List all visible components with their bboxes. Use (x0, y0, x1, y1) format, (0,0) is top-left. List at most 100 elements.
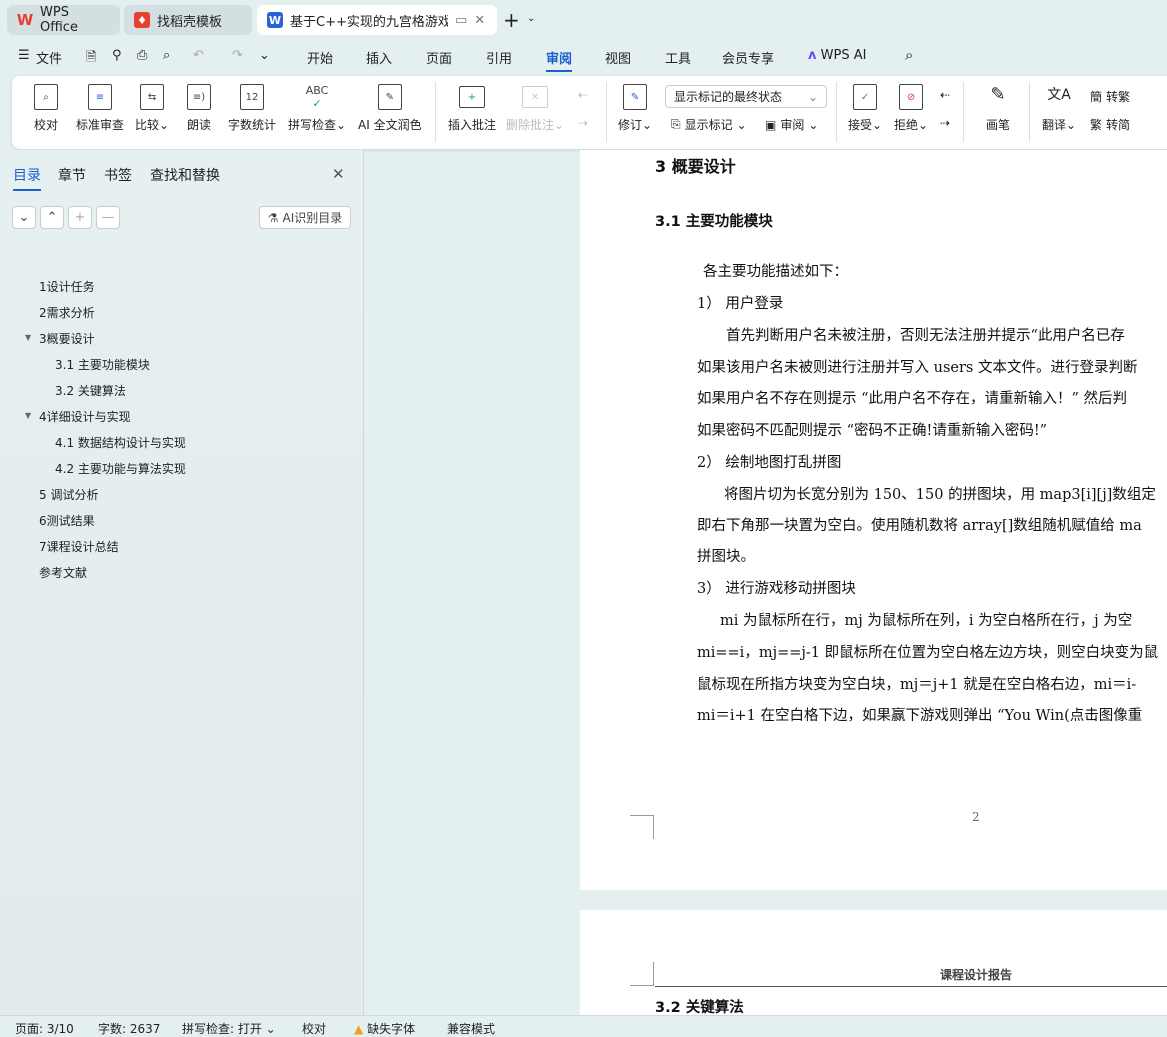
expand-all-button[interactable]: ⌄ (12, 206, 36, 229)
menu-page[interactable]: 页面 (426, 48, 452, 67)
toc-item[interactable]: 3.2 关键算法 (55, 382, 126, 399)
divider (963, 82, 964, 142)
close-tab-icon[interactable]: ✕ (474, 13, 485, 28)
toc-item[interactable]: 2需求分析 (39, 304, 95, 321)
toc-item[interactable]: 6测试结果 (39, 512, 95, 529)
toc-item[interactable]: 参考文献 (39, 564, 87, 581)
new-tab-button[interactable]: + (503, 8, 520, 32)
print-preview-icon[interactable]: ⌕ (163, 48, 170, 63)
ai-polish-button[interactable]: ✎ AI 全文润色 (358, 84, 422, 133)
menu-review[interactable]: 审阅 (546, 48, 573, 72)
save-icon[interactable]: 🗎 (86, 48, 96, 70)
search-icon[interactable]: ⌕ (905, 46, 913, 64)
status-bar: 页面: 3/10 字数: 2637 拼写检查: 打开 ⌄ 校对 ▲ 缺失字体 兼… (0, 1015, 1167, 1037)
promote-button[interactable]: + (68, 206, 92, 229)
word-count-button[interactable]: 12 字数统计 (228, 84, 276, 133)
tab-document[interactable]: W 基于C++实现的九宫格游戏的 ▭ ✕ (257, 5, 497, 35)
prev-comment-icon[interactable]: ⇠ (578, 88, 588, 102)
toc-item[interactable]: 1设计任务 (39, 278, 95, 295)
show-markup-icon: ⎘ (671, 117, 681, 131)
sidebar-tab-find-replace[interactable]: 查找和替换 (150, 165, 220, 185)
collapse-all-button[interactable]: ⌃ (40, 206, 64, 229)
toc-item[interactable]: 4.2 主要功能与算法实现 (55, 460, 186, 477)
toc-item[interactable]: 7课程设计总结 (39, 538, 119, 555)
more-chevron-icon[interactable]: ⌄ (259, 48, 270, 63)
word-count[interactable]: 字数: 2637 (98, 1020, 160, 1037)
docer-logo-icon: ♦ (134, 12, 150, 28)
read-aloud-button[interactable]: ≡) 朗读 (187, 84, 211, 133)
navigation-pane: 目录 章节 书签 查找和替换 ✕ ⌄ ⌃ + — ⚗ AI识别目录 1设计任务 2需… (0, 150, 364, 1015)
to-traditional-button[interactable]: 簡转繁 (1090, 88, 1130, 105)
monitor-icon[interactable]: ▭ (455, 13, 467, 28)
insert-comment-icon: + (459, 86, 485, 108)
pen-button[interactable]: ✎ 画笔 (986, 84, 1010, 133)
close-pane-icon[interactable]: ✕ (332, 165, 345, 183)
accept-button[interactable]: ✓ 接受⌄ (848, 84, 882, 133)
toc-item[interactable]: 4.1 数据结构设计与实现 (55, 434, 186, 451)
wps-ai-button[interactable]: ᴧ WPS AI (808, 48, 866, 63)
paragraph-line: 如果用户名不存在则提示 “此用户名不存在，请重新输入！” 然后判 (697, 391, 1128, 407)
insert-comment-button[interactable]: + 插入批注 (448, 84, 496, 133)
track-changes-button[interactable]: ✎ 修订⌄ (618, 84, 652, 133)
next-change-icon[interactable]: ⇢ (940, 116, 950, 130)
menu-start[interactable]: 开始 (307, 48, 333, 67)
compare-icon: ⇆ (140, 84, 165, 110)
tab-docer[interactable]: ♦ 找稻壳模板 (124, 5, 252, 35)
expand-arrow-icon[interactable]: ▼ (25, 333, 31, 342)
ai-icon: ⚗ (267, 210, 279, 225)
toc-item[interactable]: 3概要设计 (39, 330, 95, 347)
sidebar-tab-chapters[interactable]: 章节 (58, 165, 86, 185)
link-icon[interactable]: ⚲ (112, 48, 122, 63)
show-markup-button[interactable]: ⎘ 显示标记 ⌄ (671, 116, 747, 133)
proof-status[interactable]: 校对 (302, 1020, 326, 1037)
demote-button[interactable]: — (96, 206, 120, 229)
menu-file[interactable]: 文件 (36, 48, 62, 67)
toc-item[interactable]: 3.1 主要功能模块 (55, 356, 150, 373)
wps-logo-icon: W (16, 11, 34, 29)
label: 拼写检查⌄ (288, 118, 347, 132)
paragraph-line: 3） 进行游戏移动拼图块 (697, 581, 856, 597)
reject-button[interactable]: ⊘ 拒绝⌄ (894, 84, 928, 133)
markup-state-select[interactable]: 显示标记的最终状态 ⌄ (665, 85, 827, 108)
compare-button[interactable]: ⇆ 比较⌄ (135, 84, 169, 133)
menu-tools[interactable]: 工具 (665, 48, 691, 67)
page-indicator[interactable]: 页面: 3/10 (15, 1020, 74, 1037)
expand-arrow-icon[interactable]: ▼ (25, 411, 31, 420)
spell-check-toggle[interactable]: 拼写检查: 打开 ⌄ (182, 1020, 276, 1037)
review-pane-button[interactable]: ▣ 审阅 ⌄ (765, 116, 818, 133)
to-simplified-button[interactable]: 繁转简 (1090, 116, 1130, 133)
menu-member[interactable]: 会员专享 (722, 48, 774, 67)
translate-icon: 文A (1047, 87, 1071, 103)
spell-check-button[interactable]: ABC ✓ 拼写检查⌄ (288, 84, 346, 133)
sidebar-tab-toc[interactable]: 目录 (13, 165, 41, 191)
margin-mark (630, 815, 654, 839)
toc-item[interactable]: 5 调试分析 (39, 486, 98, 503)
undo-icon[interactable]: ↶ (193, 48, 204, 63)
proofread-button[interactable]: ⌕ 校对 (34, 84, 58, 133)
print-icon[interactable]: ⎙ (137, 48, 147, 63)
delete-comment-button[interactable]: ✕ 删除批注⌄ (506, 84, 564, 133)
standard-review-button[interactable]: ≡ 标准审查 (76, 84, 124, 133)
ai-toc-button[interactable]: ⚗ AI识别目录 (259, 206, 351, 229)
divider (435, 82, 436, 142)
hamburger-icon[interactable]: ☰ (18, 48, 30, 63)
prev-change-icon[interactable]: ⇠ (940, 88, 950, 102)
pen-icon: ✎ (990, 84, 1006, 105)
menu-insert[interactable]: 插入 (366, 48, 392, 67)
tab-label: 找稻壳模板 (157, 14, 223, 30)
tab-list-chevron-icon[interactable]: ⌄ (527, 13, 535, 24)
redo-icon[interactable]: ↷ (232, 48, 243, 63)
translate-button[interactable]: 文A 翻译⌄ (1042, 84, 1076, 133)
label: 画笔 (986, 118, 1011, 132)
tab-wps-office[interactable]: W WPS Office (7, 5, 120, 35)
select-value: 显示标记的最终状态 (674, 90, 783, 104)
paragraph-line: mi 为鼠标所在行，mj 为鼠标所在列，i 为空白格所在行，j 为空 (720, 613, 1133, 629)
paragraph-line: 拼图块。 (697, 549, 755, 565)
toc-item[interactable]: 4详细设计与实现 (39, 408, 131, 425)
next-comment-icon[interactable]: ⇢ (578, 116, 588, 130)
sidebar-tab-bookmarks[interactable]: 书签 (104, 165, 132, 185)
missing-font-button[interactable]: ▲ 缺失字体 (354, 1020, 415, 1037)
menu-references[interactable]: 引用 (486, 48, 512, 67)
menu-view[interactable]: 视图 (605, 48, 631, 67)
ribbon-toolbar: ⌕ 校对 ≡ 标准审查 ⇆ 比较⌄ ≡) 朗读 12 字数统计 ABC ✓ 拼写检查⌄ ✎ AI… (12, 76, 1167, 149)
